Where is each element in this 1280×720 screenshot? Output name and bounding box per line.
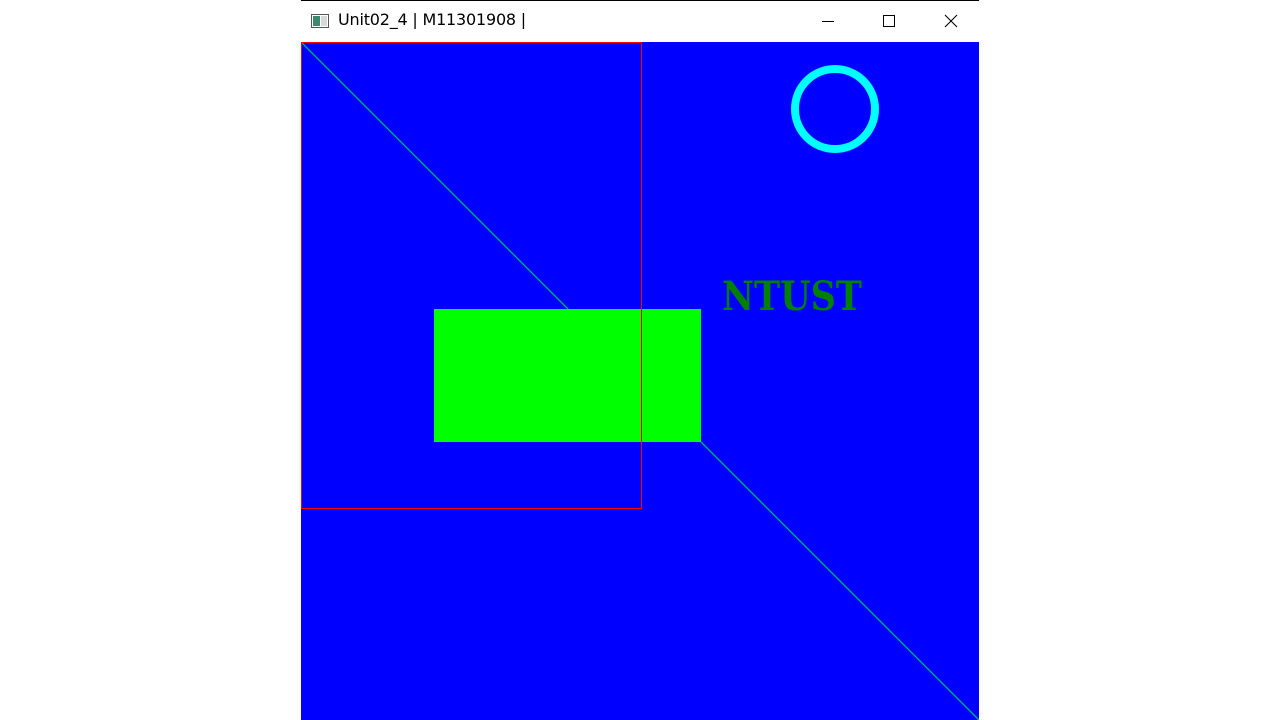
- ntust-text: NTUST: [722, 273, 862, 320]
- window-title: Unit02_4 | M11301908 |: [338, 10, 526, 29]
- app-icon: [311, 13, 329, 28]
- drawing-canvas: NTUST: [301, 42, 979, 720]
- minimize-icon: [822, 21, 834, 22]
- title-bar[interactable]: Unit02_4 | M11301908 |: [301, 1, 979, 42]
- maximize-icon: [883, 15, 895, 27]
- minimize-button[interactable]: [800, 1, 856, 41]
- maximize-button[interactable]: [861, 1, 917, 41]
- app-window: Unit02_4 | M11301908 | NTUST: [301, 0, 979, 720]
- close-icon: [944, 14, 958, 28]
- filled-rectangle: [434, 309, 701, 442]
- close-button[interactable]: [923, 1, 979, 41]
